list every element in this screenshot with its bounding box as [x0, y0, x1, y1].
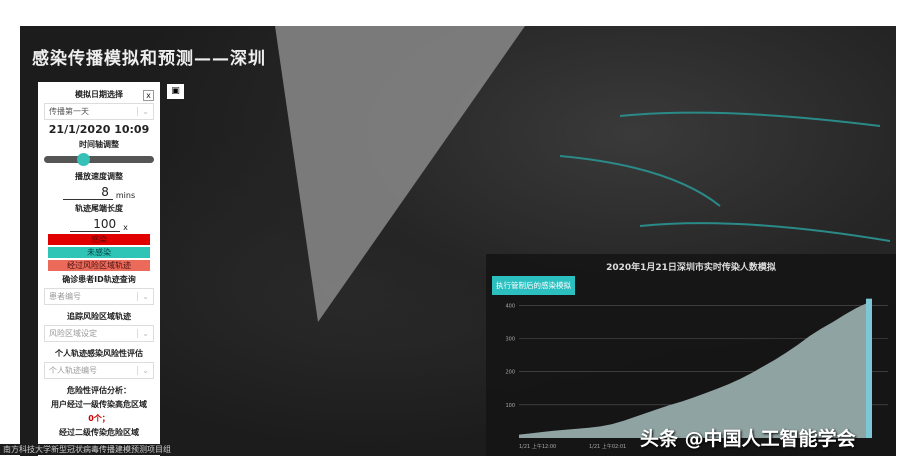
y-tick-label: 400	[505, 303, 515, 309]
analysis-title: 危险性评估分析：	[67, 386, 131, 395]
y-tick-label: 200	[505, 370, 515, 376]
watermark: 头条 @中国人工智能学会	[640, 428, 856, 450]
legend-risk-trail[interactable]: 经过风险区域轨迹	[48, 260, 150, 271]
close-button[interactable]: x	[143, 90, 154, 101]
speed-label: 播放速度调整	[75, 172, 123, 181]
slider-knob[interactable]	[77, 153, 90, 166]
analysis-line1: 用户经过一级传染高危区域	[51, 400, 147, 409]
datetime: 21/1/2020 10:09	[48, 123, 150, 136]
patient-select[interactable]: 患者编号 ⌄	[44, 288, 154, 305]
chat-icon[interactable]: ▣	[167, 84, 184, 99]
chevron-down-icon: ⌄	[137, 107, 149, 116]
y-tick-label: 100	[505, 403, 515, 409]
patient-label: 确诊患者ID轨迹查询	[62, 275, 136, 284]
personal-label: 个人轨迹感染风险性评估	[55, 349, 143, 358]
caption: 南方科技大学新型冠状病毒传播建模预测项目组	[0, 444, 174, 455]
page-title: 感染传播模拟和预测——深圳	[32, 49, 266, 69]
patient-placeholder: 患者编号	[49, 292, 81, 301]
legend-uninfected[interactable]: 未感染	[48, 247, 150, 258]
timeline-slider[interactable]	[44, 153, 154, 166]
risk-placeholder: 风险区域设定	[49, 329, 97, 338]
risk-select[interactable]: 风险区域设定 ⌄	[44, 325, 154, 342]
control-panel: 模拟日期选择 x 传播第一天 ⌄ 21/1/2020 10:09 时间轴调整 播放…	[38, 82, 160, 456]
speed-input[interactable]: 8	[62, 185, 113, 200]
speed-unit: mins	[115, 191, 136, 200]
date-label: 模拟日期选择	[75, 90, 123, 99]
analysis-count: 0个；	[88, 414, 110, 423]
trail-input[interactable]: 100	[70, 217, 121, 232]
day-select-value: 传播第一天	[49, 107, 89, 116]
day-select[interactable]: 传播第一天 ⌄	[44, 103, 154, 120]
x-tick-label: 1/21 上午02:01	[589, 443, 626, 450]
legend-infected[interactable]: 感染	[48, 234, 150, 245]
current-time-bar	[866, 298, 872, 438]
trail-label: 轨迹尾端长度	[75, 204, 123, 213]
infection-area	[519, 302, 868, 438]
personal-placeholder: 个人轨迹编号	[49, 366, 97, 375]
x-tick-label: 1/21 上午12:00	[519, 443, 556, 450]
y-tick-label: 300	[505, 336, 515, 342]
timeline-label: 时间轴调整	[79, 140, 119, 149]
chevron-down-icon: ⌄	[137, 366, 149, 375]
chevron-down-icon: ⌄	[137, 329, 149, 338]
analysis-line2: 经过二级传染危险区域	[59, 428, 139, 437]
trail-unit: x	[123, 223, 128, 232]
personal-select[interactable]: 个人轨迹编号 ⌄	[44, 362, 154, 379]
risk-label: 追踪风险区域轨迹	[67, 312, 131, 321]
chevron-down-icon: ⌄	[137, 292, 149, 301]
